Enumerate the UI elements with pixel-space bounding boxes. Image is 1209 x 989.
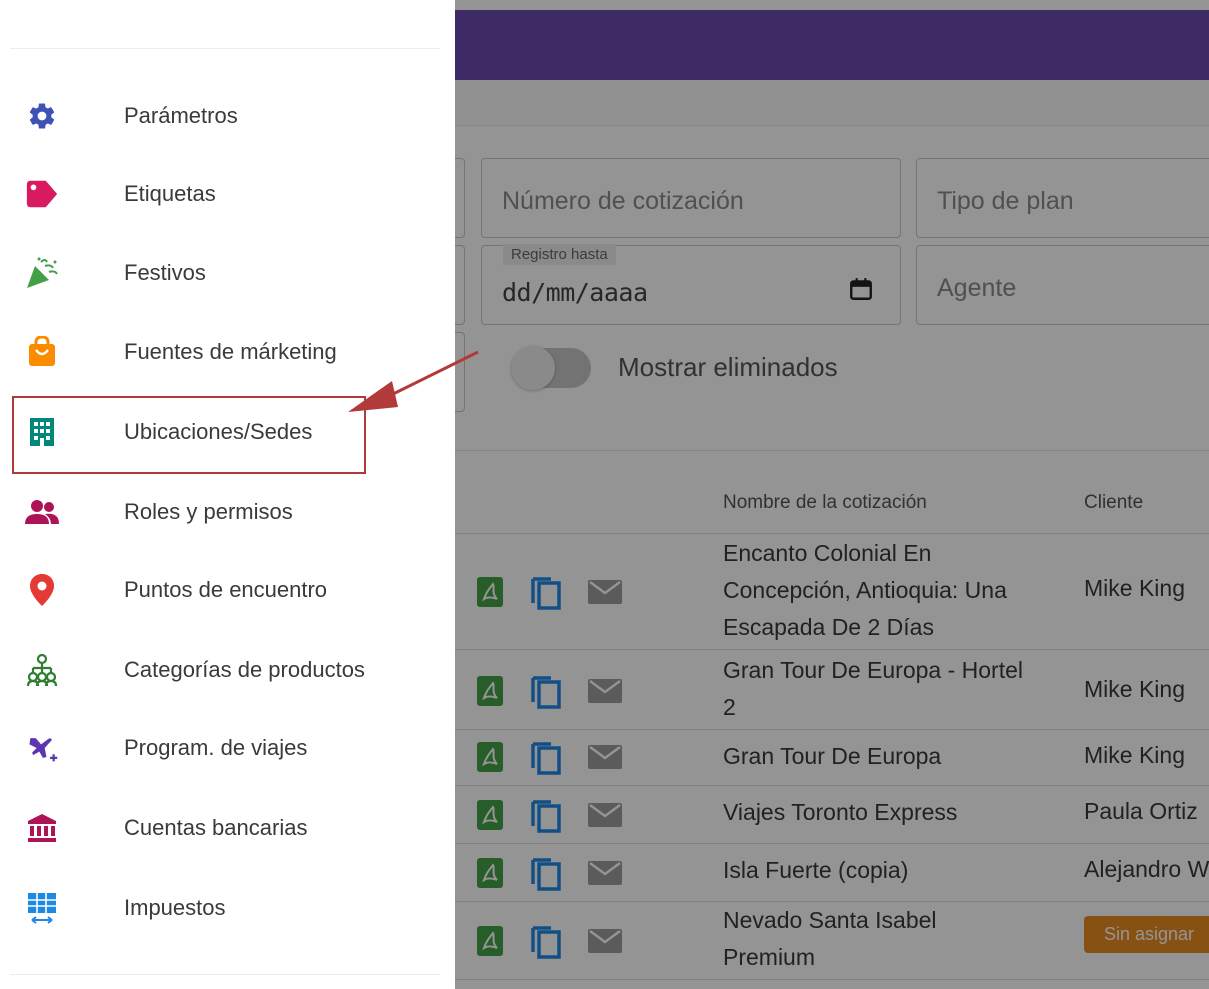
shopping-bag-icon <box>25 335 59 369</box>
menu-item-ubicaciones-sedes[interactable]: Ubicaciones/Sedes <box>0 404 440 460</box>
menu-item-fuentes-marketing[interactable]: Fuentes de márketing <box>0 324 440 380</box>
menu-item-label: Puntos de encuentro <box>124 577 328 602</box>
menu-item-label: Fuentes de márketing <box>124 339 337 364</box>
menu-item-label: Festivos <box>124 260 206 285</box>
menu-item-label: Ubicaciones/Sedes <box>124 419 313 444</box>
hierarchy-icon <box>25 653 59 687</box>
divider-top <box>10 48 440 49</box>
menu-item-roles-permisos[interactable]: Roles y permisos <box>0 484 440 540</box>
menu-item-label: Impuestos <box>124 895 226 920</box>
gear-icon <box>25 99 59 133</box>
menu-item-etiquetas[interactable]: Etiquetas <box>0 166 440 222</box>
menu-item-impuestos[interactable]: Impuestos <box>0 880 440 936</box>
tag-icon <box>25 177 59 211</box>
menu-item-label: Parámetros <box>124 103 238 128</box>
menu-item-categorias-productos[interactable]: Categorías de productos <box>0 642 440 698</box>
menu-item-label: Program. de viajes <box>124 735 308 760</box>
bank-icon <box>25 811 59 845</box>
map-pin-icon <box>25 573 59 607</box>
building-icon <box>25 415 59 449</box>
drawer-scrim[interactable] <box>455 0 1209 989</box>
divider-bottom <box>10 974 440 975</box>
menu-item-label: Cuentas bancarias <box>124 815 308 840</box>
settings-drawer: Parámetros Etiquetas Festivos Fuentes de… <box>0 0 455 989</box>
menu-item-label: Etiquetas <box>124 181 216 206</box>
party-popper-icon <box>25 256 59 290</box>
menu-item-puntos-encuentro[interactable]: Puntos de encuentro <box>0 562 440 618</box>
menu-item-parametros[interactable]: Parámetros <box>0 88 440 144</box>
menu-item-festivos[interactable]: Festivos <box>0 245 440 301</box>
menu-item-label: Roles y permisos <box>124 499 293 524</box>
menu-item-label: Categorías de productos <box>124 657 365 682</box>
menu-item-cuentas-bancarias[interactable]: Cuentas bancarias <box>0 800 440 856</box>
table-arrows-icon <box>25 891 59 925</box>
airplane-plus-icon <box>25 731 59 765</box>
menu-item-program-viajes[interactable]: Program. de viajes <box>0 720 440 776</box>
people-icon <box>25 495 59 529</box>
